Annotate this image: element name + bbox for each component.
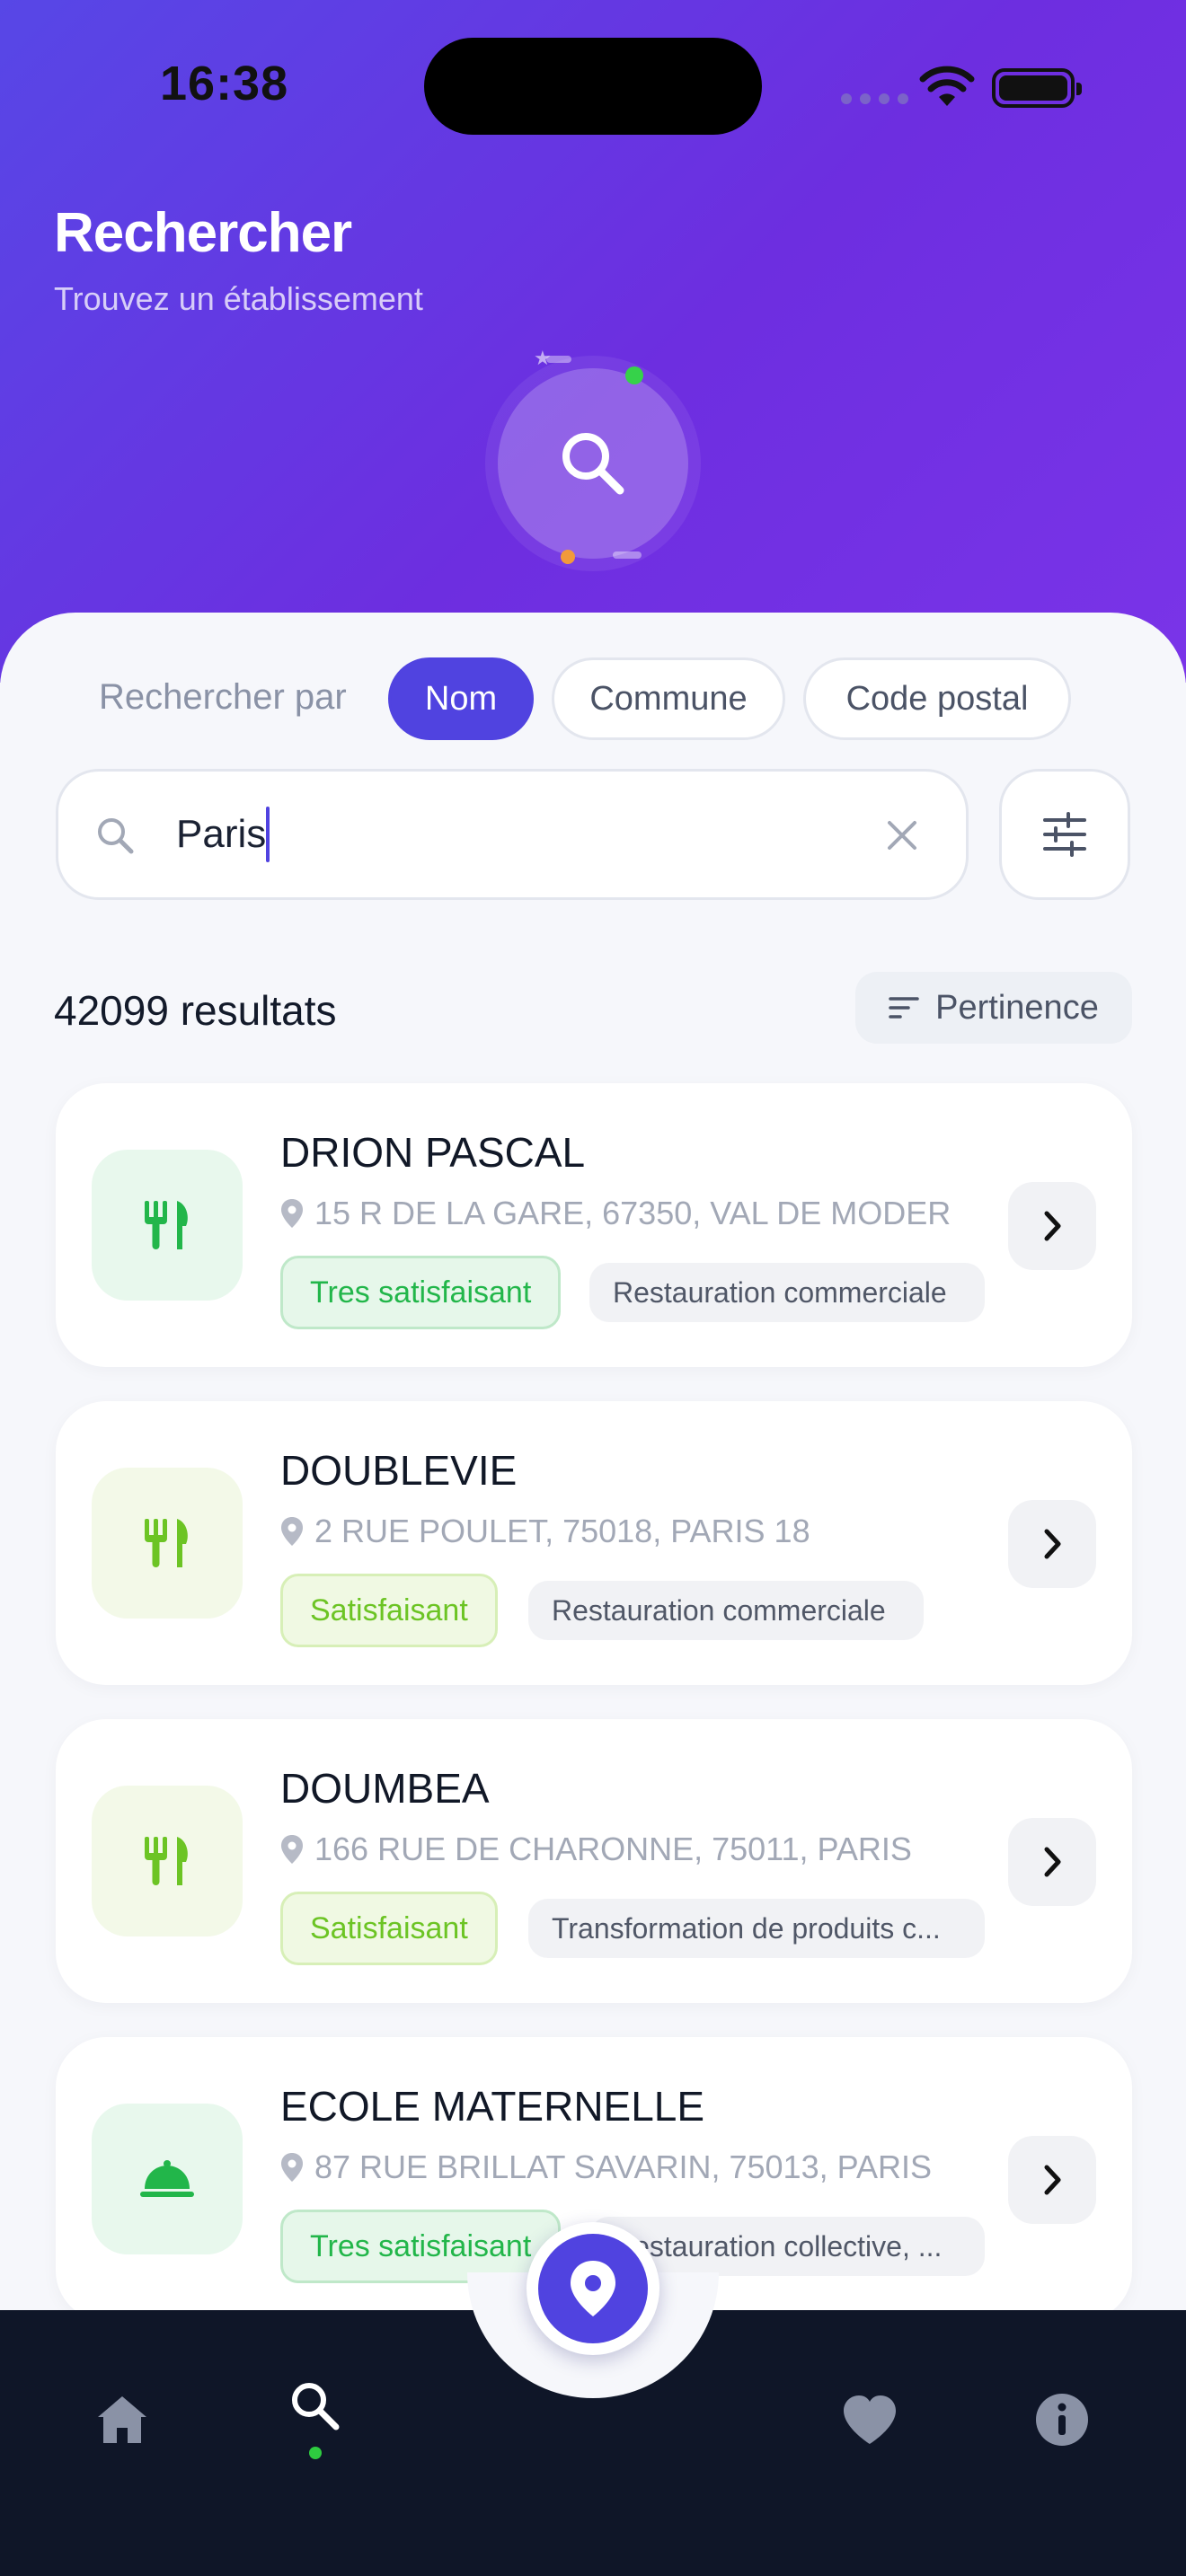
establishment-address: 2 RUE POULET, 75018, PARIS 18 (280, 1513, 1053, 1550)
heart-icon (844, 2395, 896, 2444)
sort-label: Pertinence (935, 988, 1099, 1027)
open-details-button[interactable] (1008, 1818, 1096, 1906)
chevron-right-icon (1044, 1529, 1061, 1559)
filter-button[interactable] (999, 769, 1130, 900)
rating-badge: Satisfaisant (280, 1574, 498, 1647)
establishment-name: DOUBLEVIE (280, 1447, 518, 1494)
text-caret (266, 807, 270, 862)
chevron-right-icon (1044, 1847, 1061, 1877)
address-text: 2 RUE POULET, 75018, PARIS 18 (314, 1513, 810, 1549)
category-tag: Restauration commerciale (528, 1581, 924, 1640)
fork-knife-icon (92, 1786, 243, 1936)
establishment-address: 87 RUE BRILLAT SAVARIN, 75013, PARIS (280, 2148, 1053, 2186)
fork-knife-icon (92, 1468, 243, 1619)
map-button-inner (538, 2234, 648, 2343)
category-tag: Transformation de produits c... (528, 1899, 985, 1958)
open-details-button[interactable] (1008, 1500, 1096, 1588)
establishment-name: DOUMBEA (280, 1765, 490, 1812)
category-tag: Restauration commerciale (589, 1263, 985, 1322)
cloche-icon (92, 2104, 243, 2254)
chip-nom[interactable]: Nom (388, 657, 534, 740)
app-screen: 16:38 Rechercher Trouvez un établissemen… (0, 0, 1186, 2576)
info-icon (1036, 2394, 1088, 2446)
rating-badge: Tres satisfaisant (280, 1256, 562, 1329)
active-indicator (309, 2447, 322, 2459)
open-details-button[interactable] (1008, 1182, 1096, 1270)
decor-star-icon: ★ (534, 347, 552, 369)
sort-button[interactable]: Pertinence (855, 972, 1132, 1044)
nav-search[interactable] (279, 2369, 350, 2441)
home-icon (98, 2396, 146, 2443)
map-button[interactable] (527, 2222, 659, 2355)
location-pin-icon (281, 1199, 303, 1228)
location-pin-icon (281, 2153, 303, 2182)
clear-icon[interactable] (884, 817, 920, 853)
nav-info[interactable] (1026, 2384, 1098, 2456)
status-time: 16:38 (160, 57, 289, 110)
sliders-icon (1043, 812, 1086, 857)
address-text: 87 RUE BRILLAT SAVARIN, 75013, PARIS (314, 2148, 932, 2185)
cellular-signal-icon (841, 93, 908, 104)
decor-dot-orange (561, 550, 575, 564)
nav-favorites[interactable] (834, 2384, 906, 2456)
establishment-address: 15 R DE LA GARE, 67350, VAL DE MODER (280, 1195, 1053, 1232)
results-count: 42099 resultats (54, 987, 337, 1034)
establishment-card[interactable]: DRION PASCAL 15 R DE LA GARE, 67350, VAL… (56, 1083, 1132, 1367)
location-pin-icon (281, 1835, 303, 1864)
establishment-name: ECOLE MATERNELLE (280, 2083, 705, 2130)
chip-code-postal[interactable]: Code postal (803, 657, 1071, 740)
location-pin-icon (571, 2261, 615, 2316)
dynamic-island (424, 38, 762, 135)
decor-bar (613, 551, 642, 559)
search-icon (292, 2383, 340, 2430)
chip-commune[interactable]: Commune (552, 657, 785, 740)
search-icon (562, 433, 624, 495)
rating-badge: Satisfaisant (280, 1892, 498, 1965)
fork-knife-icon (92, 1150, 243, 1301)
hero-search-badge (498, 368, 688, 559)
establishment-card[interactable]: DOUBLEVIE 2 RUE POULET, 75018, PARIS 18 … (56, 1401, 1132, 1685)
nav-home[interactable] (86, 2384, 158, 2456)
wifi-icon (919, 66, 975, 106)
address-text: 15 R DE LA GARE, 67350, VAL DE MODER (314, 1195, 951, 1231)
sort-icon (889, 997, 919, 1019)
search-icon (98, 818, 134, 854)
page-title: Rechercher (54, 202, 352, 264)
search-input-value: Paris (176, 812, 267, 856)
address-text: 166 RUE DE CHARONNE, 75011, PARIS (314, 1831, 912, 1867)
search-by-label: Rechercher par (99, 677, 347, 717)
open-details-button[interactable] (1008, 2136, 1096, 2224)
establishment-address: 166 RUE DE CHARONNE, 75011, PARIS (280, 1831, 1053, 1868)
chevron-right-icon (1044, 2165, 1061, 2195)
establishment-name: DRION PASCAL (280, 1129, 586, 1176)
establishment-card[interactable]: DOUMBEA 166 RUE DE CHARONNE, 75011, PARI… (56, 1719, 1132, 2003)
page-subtitle: Trouvez un établissement (54, 280, 423, 317)
decor-dot-green (625, 366, 643, 384)
battery-icon (992, 68, 1082, 108)
chevron-right-icon (1044, 1211, 1061, 1241)
location-pin-icon (281, 1517, 303, 1546)
